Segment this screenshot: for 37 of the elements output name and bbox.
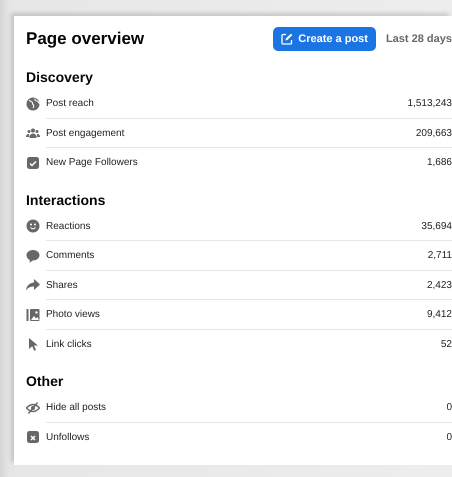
metric-value: 2,423 [426, 280, 452, 291]
metric-value: 52 [440, 338, 452, 350]
metric-label: Reactions [46, 220, 90, 232]
eye-off-icon [26, 400, 40, 415]
speech-bubble-icon [26, 248, 40, 263]
section-heading: Interactions [26, 192, 106, 208]
metric-label: Post engagement [46, 128, 124, 139]
metric-value: 1,686 [426, 157, 452, 168]
metric-value: 1,513,243 [408, 98, 452, 110]
metric-value: 2,711 [428, 250, 452, 262]
share-icon [26, 278, 40, 292]
page-title: Page overview [26, 29, 146, 49]
metric-value: 35,694 [421, 220, 452, 232]
cursor-icon [26, 337, 40, 352]
metric-label: Shares [46, 280, 78, 291]
metric-label: Unfollows [46, 432, 90, 443]
edit-icon [281, 33, 294, 45]
metric-label: Link clicks [46, 338, 92, 350]
metric-value: 0 [446, 402, 452, 414]
date-range-label[interactable]: Last 28 days [386, 33, 452, 45]
globe-icon [26, 96, 40, 111]
metric-label: Comments [46, 250, 94, 262]
metric-label: Photo views [46, 309, 100, 320]
metric-label: Hide all posts [46, 402, 106, 414]
checked-box-icon [26, 156, 40, 170]
metric-value: 0 [446, 432, 452, 443]
section-heading: Other [26, 373, 64, 389]
smiley-icon [26, 219, 40, 234]
photo-icon [26, 308, 40, 322]
create-post-button[interactable]: Create a post [273, 27, 376, 51]
x-box-icon [26, 430, 40, 444]
metric-label: Post reach [46, 98, 94, 110]
people-icon [26, 126, 40, 140]
metric-value: 209,663 [416, 128, 452, 139]
section-heading: Discovery [26, 69, 94, 85]
metric-value: 9,412 [426, 309, 452, 320]
metric-label: New Page Followers [46, 157, 138, 168]
